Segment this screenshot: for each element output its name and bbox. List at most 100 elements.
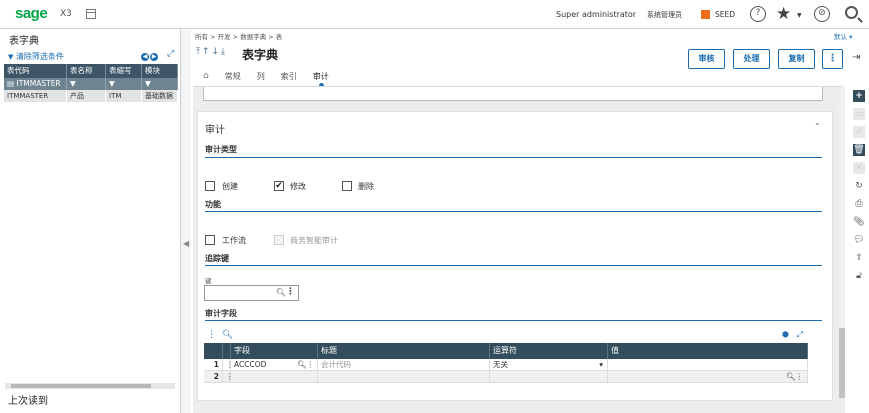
search-icon[interactable]: [845, 6, 858, 19]
collapse-icon[interactable]: ⌃: [814, 122, 821, 131]
row-menu-icon[interactable]: ⋮: [223, 371, 234, 382]
left-panel: 表字典 ▼ 清除筛选条件 ◀ ▶ ⤢ 表代码 表名称 表缩写 模块 ▤ ITMMA…: [0, 29, 181, 413]
row-menu-icon[interactable]: ⋮: [223, 359, 234, 370]
field-cell[interactable]: [231, 371, 318, 382]
tab-general[interactable]: 常规: [225, 71, 241, 85]
cancel-icon: ✕: [853, 162, 865, 174]
filter-icon[interactable]: ▼: [106, 78, 142, 90]
workflow-label: 工作流: [222, 236, 246, 245]
filter-icon[interactable]: ▼: [142, 78, 178, 90]
grid-menu-icon[interactable]: ⋮: [207, 330, 216, 340]
column-header[interactable]: 标题: [318, 343, 490, 359]
grid-settings-icon[interactable]: ⬢: [782, 330, 789, 339]
delete-icon[interactable]: 🗑︎: [853, 144, 865, 156]
search-icon[interactable]: 🔍︎⋮: [786, 371, 803, 383]
delete-checkbox[interactable]: [342, 181, 352, 191]
collapse-icon[interactable]: ◀: [183, 239, 189, 248]
default-label: 默认: [834, 33, 847, 41]
operator-cell[interactable]: [490, 371, 608, 382]
breadcrumb-item[interactable]: 开发: [218, 33, 231, 41]
column-header[interactable]: 模块: [142, 64, 178, 78]
next-icon[interactable]: ▶: [150, 53, 158, 61]
refresh-icon[interactable]: ↻: [853, 180, 865, 192]
value-cell[interactable]: 🔍︎⋮: [608, 371, 808, 382]
grid-search-icon[interactable]: 🔍︎: [222, 330, 233, 340]
tab-indexes[interactable]: 索引: [281, 71, 297, 85]
nav-arrows: ◀ ▶: [141, 51, 159, 61]
filter-icon[interactable]: ▼: [67, 78, 106, 90]
group-value: ITMMASTER: [16, 79, 61, 88]
help-icon[interactable]: ?: [750, 6, 766, 22]
unlock-icon[interactable]: 🔓︎: [853, 270, 865, 282]
breadcrumb-item[interactable]: 表: [276, 33, 283, 41]
filter-cell[interactable]: ▤ ITMMASTER: [4, 78, 67, 90]
title-cell[interactable]: 会计代码: [318, 359, 490, 370]
search-icon[interactable]: 🔍︎⋮: [297, 359, 314, 371]
search-icon[interactable]: 🔍︎: [276, 288, 286, 297]
home-icon[interactable]: ⌂: [203, 71, 209, 85]
textarea-field[interactable]: [203, 87, 823, 101]
breadcrumb-item[interactable]: 数据字典: [240, 33, 266, 41]
column-header[interactable]: 值: [608, 343, 808, 359]
add-icon[interactable]: +: [853, 90, 865, 102]
column-header[interactable]: 表缩写: [106, 64, 142, 78]
row-number: 1: [204, 359, 223, 370]
scrollbar-thumb[interactable]: [839, 328, 845, 398]
function-label: 功能: [205, 200, 221, 209]
key-input[interactable]: 🔍︎ ⋮: [204, 285, 299, 301]
previous-icon[interactable]: ◀: [141, 53, 149, 61]
copy-button[interactable]: 复制: [778, 49, 815, 69]
tab-columns[interactable]: 列: [257, 71, 265, 85]
value-cell[interactable]: [608, 359, 808, 370]
left-table-header: 表代码 表名称 表缩写 模块: [4, 64, 178, 78]
table-row[interactable]: ITMMASTER 产品 ITM 基础数据: [4, 90, 178, 102]
table-cell: 基础数据: [142, 90, 178, 102]
default-selector[interactable]: 默认 ▾: [834, 31, 852, 41]
process-button[interactable]: 处理: [733, 49, 770, 69]
workflow-checkbox[interactable]: [205, 235, 215, 245]
audit-type-label: 审计类型: [205, 145, 237, 154]
star-icon[interactable]: ★: [776, 4, 791, 24]
calendar-icon[interactable]: [86, 9, 96, 19]
column-header[interactable]: 字段: [231, 343, 318, 359]
filter-row: ▤ ITMMASTER ▼ ▼ ▼: [4, 78, 178, 90]
record-nav-icons[interactable]: ⤒↑↓⤓: [196, 47, 227, 57]
table-row[interactable]: 1 ⋮ ACCCOD 🔍︎⋮ 会计代码 无关 ▾: [204, 359, 808, 371]
column-header[interactable]: 表代码: [4, 64, 67, 78]
panel-splitter[interactable]: ◀: [181, 29, 191, 413]
grid-expand-icon[interactable]: ⤢: [797, 330, 803, 339]
more-actions-button[interactable]: ⋮: [822, 49, 843, 69]
chevron-down-icon: ▾: [599, 360, 603, 369]
user-role[interactable]: 系统管理员: [647, 10, 682, 20]
audit-button[interactable]: 审核: [688, 49, 725, 69]
user-name[interactable]: Super administrator: [556, 10, 636, 19]
chevron-down-icon[interactable]: ▼: [797, 12, 802, 19]
column-header[interactable]: 表名称: [67, 64, 106, 78]
clear-filter-link[interactable]: ▼ 清除筛选条件: [8, 51, 64, 62]
scrollbar-thumb[interactable]: [11, 384, 151, 388]
export-icon[interactable]: ⇪: [853, 252, 865, 264]
print-icon[interactable]: ⎙: [853, 198, 865, 210]
column-header[interactable]: 运算符: [490, 343, 608, 359]
vertical-scrollbar[interactable]: [839, 88, 845, 398]
expand-icon[interactable]: ⤢: [167, 49, 174, 59]
table-cell: 产品: [67, 90, 106, 102]
title-cell[interactable]: [318, 371, 490, 382]
exit-icon[interactable]: ⇥: [852, 52, 860, 63]
field-cell[interactable]: ACCCOD 🔍︎⋮: [231, 359, 318, 370]
breadcrumb-item[interactable]: 所有: [195, 33, 208, 41]
create-checkbox[interactable]: [205, 181, 215, 191]
left-table: 表代码 表名称 表缩写 模块 ▤ ITMMASTER ▼ ▼ ▼ ITMMAST…: [4, 64, 178, 102]
operator-select[interactable]: 无关 ▾: [490, 359, 608, 370]
section-divider: [205, 265, 822, 266]
horizontal-scrollbar[interactable]: [5, 383, 175, 389]
table-row[interactable]: 2 ⋮ 🔍︎⋮: [204, 371, 808, 383]
modify-checkbox[interactable]: ✔: [274, 181, 284, 191]
tab-audit[interactable]: 审计: [313, 71, 329, 88]
attachment-icon[interactable]: 📎︎: [853, 216, 865, 228]
folder-name[interactable]: SEED: [715, 10, 735, 19]
sage-logo[interactable]: sage: [15, 5, 48, 22]
comment-icon[interactable]: 💬︎: [853, 234, 865, 246]
compass-icon[interactable]: ⊘: [814, 6, 830, 22]
more-icon[interactable]: ⋮: [286, 287, 295, 297]
